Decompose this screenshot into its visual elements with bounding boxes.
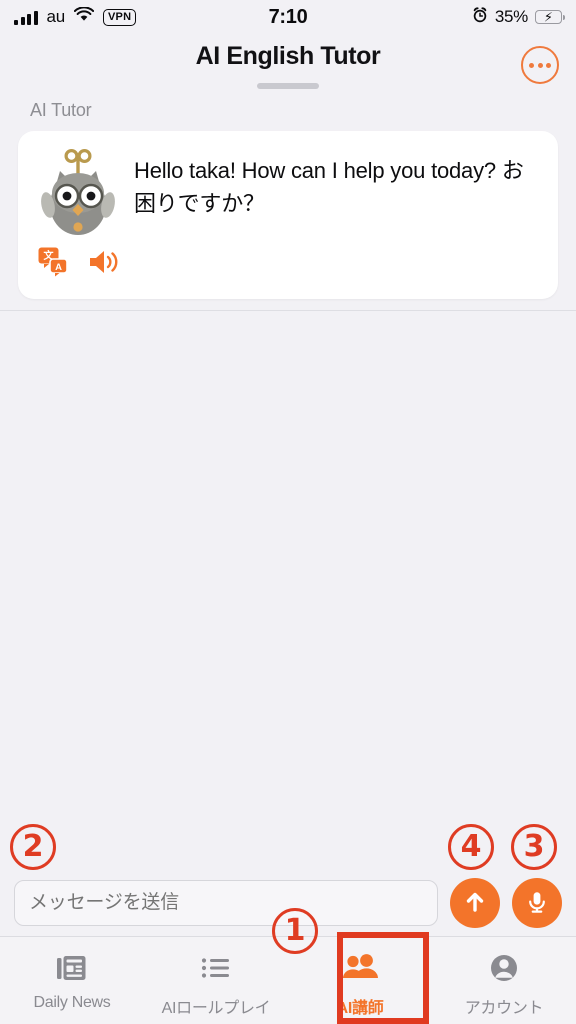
battery-percent-label: 35% (494, 7, 528, 26)
tab-label: AI講師 (336, 1000, 384, 1017)
account-icon (487, 949, 521, 987)
bullet-list-icon (199, 949, 233, 987)
tab-ai-roleplay[interactable]: AIロールプレイ (144, 949, 288, 1018)
annotation-marker-1: 1 (272, 908, 318, 954)
send-button[interactable] (450, 878, 500, 928)
annotation-marker-3: 3 (511, 824, 557, 870)
microphone-button[interactable] (512, 878, 562, 928)
message-text: Hello taka! How can I help you today? お困… (134, 158, 524, 216)
tab-label: アカウント (464, 1000, 544, 1017)
annotation-marker-4: 4 (448, 824, 494, 870)
message-actions: 文 A (38, 247, 538, 277)
status-bar: au VPN 7:10 35% ⚡ (0, 0, 576, 34)
message-sender-label: AI Tutor (30, 100, 92, 120)
annotation-marker-2: 2 (10, 824, 56, 870)
microphone-icon (524, 889, 550, 918)
tab-label: Daily News (33, 994, 111, 1011)
content-divider (0, 310, 576, 311)
send-arrow-up-icon (462, 889, 488, 918)
message-input[interactable] (14, 880, 438, 926)
mechanical-owl-avatar (36, 148, 120, 241)
chat-message-bubble: Hello taka! How can I help you today? お困… (18, 131, 558, 299)
app-screen: au VPN 7:10 35% ⚡ AI English Tutor AI Tu… (0, 0, 576, 1024)
chat-area: AI Tutor Hello taka! How can I help you … (0, 96, 576, 299)
newspaper-icon (55, 949, 89, 987)
people-icon (340, 949, 380, 987)
tab-account[interactable]: アカウント (432, 949, 576, 1018)
svg-text:A: A (55, 262, 62, 273)
translate-icon[interactable]: 文 A (38, 247, 72, 277)
tab-label: AIロールプレイ (161, 1000, 271, 1017)
tab-ai-tutor[interactable]: AI講師 (288, 949, 432, 1018)
more-options-icon[interactable] (521, 46, 559, 84)
speaker-icon[interactable] (88, 247, 122, 277)
alarm-clock-icon (472, 6, 488, 28)
battery-charging-icon: ⚡ (535, 10, 565, 24)
tab-daily-news[interactable]: Daily News (0, 949, 144, 1012)
page-title: AI English Tutor (195, 42, 381, 70)
status-bar-right: 35% ⚡ (472, 6, 565, 28)
drag-handle[interactable] (257, 83, 319, 89)
